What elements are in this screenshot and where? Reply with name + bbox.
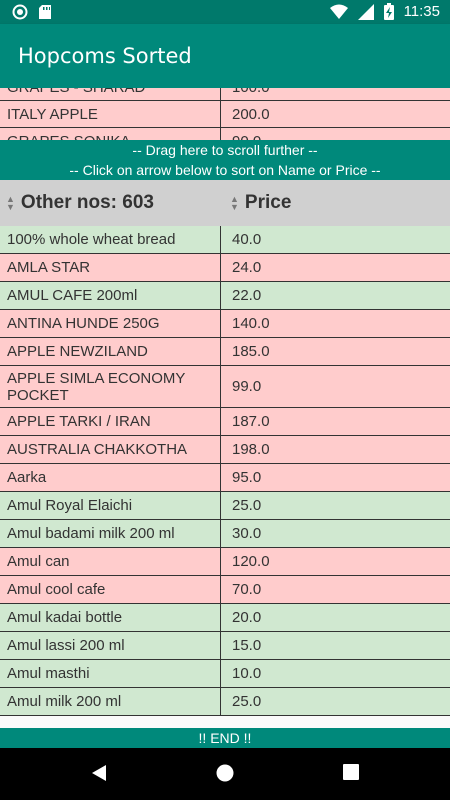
home-icon[interactable] bbox=[216, 764, 234, 782]
table-row[interactable]: Amul Royal Elaichi 25.0 bbox=[0, 492, 450, 520]
table-row[interactable]: Aarka 95.0 bbox=[0, 464, 450, 492]
recents-icon[interactable] bbox=[343, 764, 359, 780]
table-row[interactable]: AMLA STAR 24.0 bbox=[0, 254, 450, 282]
table-row[interactable]: GRAPES - SHARAD100.0 bbox=[0, 88, 450, 101]
item-name: Amul badami milk 200 ml bbox=[7, 525, 175, 542]
item-price: 30.0 bbox=[220, 520, 450, 547]
drag-hint-line2: -- Click on arrow below to sort on Name … bbox=[69, 162, 381, 178]
item-name: AMUL CAFE 200ml bbox=[7, 287, 138, 304]
item-name: ITALY APPLE bbox=[7, 105, 98, 123]
table-row[interactable]: Amul milk 200 ml 25.0 bbox=[0, 688, 450, 716]
item-price: 25.0 bbox=[220, 492, 450, 519]
drag-hint-line1: -- Drag here to scroll further -- bbox=[132, 142, 318, 158]
table-row[interactable]: GRAPES SONIKA90.0 bbox=[0, 128, 450, 140]
table-row[interactable]: Amul can 120.0 bbox=[0, 548, 450, 576]
item-name: ANTINA HUNDE 250G bbox=[7, 315, 160, 332]
item-price: 185.0 bbox=[220, 338, 450, 365]
table-row[interactable]: ITALY APPLE 200.0 bbox=[0, 101, 450, 128]
item-price: 95.0 bbox=[220, 464, 450, 491]
sd-card-icon bbox=[39, 5, 51, 19]
status-time: 11:35 bbox=[403, 3, 440, 20]
app-title: Hopcoms Sorted bbox=[18, 44, 192, 68]
items-list[interactable]: 100% whole wheat bread 40.0 AMLA STAR 24.0 A… bbox=[0, 226, 450, 726]
item-name: Amul lassi 200 ml bbox=[7, 637, 125, 654]
battery-charging-icon bbox=[383, 3, 394, 20]
top-list[interactable]: GRAPES - SHARAD100.0 ITALY APPLE 200.0GRAP… bbox=[0, 88, 450, 140]
sort-by-price-button[interactable]: ▲ ▼ Price bbox=[220, 192, 450, 214]
table-row[interactable]: AUSTRALIA CHAKKOTHA 198.0 bbox=[0, 436, 450, 464]
item-name: APPLE SIMLA ECONOMY POCKET bbox=[7, 369, 186, 404]
table-row[interactable]: APPLE SIMLA ECONOMY POCKET 99.0 bbox=[0, 366, 450, 408]
item-price: 99.0 bbox=[220, 366, 450, 407]
navigation-bar bbox=[0, 748, 450, 800]
item-name: AMLA STAR bbox=[7, 259, 91, 276]
item-price: 140.0 bbox=[220, 310, 450, 337]
item-name: Amul can bbox=[7, 553, 70, 570]
record-icon bbox=[12, 4, 28, 20]
item-name: Amul Royal Elaichi bbox=[7, 497, 133, 514]
item-price: 100.0 bbox=[220, 88, 450, 100]
table-row[interactable]: AMUL CAFE 200ml 22.0 bbox=[0, 282, 450, 310]
item-name: AUSTRALIA CHAKKOTHA bbox=[7, 441, 188, 458]
sort-by-name-button[interactable]: ▲ ▼ Other nos: 603 bbox=[0, 192, 220, 214]
table-header: ▲ ▼ Other nos: 603 ▲ ▼ Price bbox=[0, 180, 450, 226]
table-row[interactable]: Amul lassi 200 ml 15.0 bbox=[0, 632, 450, 660]
table-row[interactable]: APPLE NEWZILAND 185.0 bbox=[0, 338, 450, 366]
end-bar: !! END !! bbox=[0, 728, 450, 748]
table-row[interactable]: Amul masthi 10.0 bbox=[0, 660, 450, 688]
table-row[interactable]: Amul kadai bottle 20.0 bbox=[0, 604, 450, 632]
item-price: 200.0 bbox=[220, 101, 450, 127]
item-name: Amul milk 200 ml bbox=[7, 693, 122, 710]
item-price: 10.0 bbox=[220, 660, 450, 687]
item-price: 90.0 bbox=[220, 128, 450, 140]
item-name: Aarka bbox=[7, 469, 47, 486]
signal-icon bbox=[357, 3, 374, 20]
item-name: Amul masthi bbox=[7, 665, 90, 682]
item-price: 40.0 bbox=[220, 226, 450, 253]
item-price: 24.0 bbox=[220, 254, 450, 281]
table-row[interactable]: ANTINA HUNDE 250G 140.0 bbox=[0, 310, 450, 338]
item-name: GRAPES SONIKA bbox=[0, 133, 220, 141]
item-price: 22.0 bbox=[220, 282, 450, 309]
item-name: APPLE NEWZILAND bbox=[7, 343, 148, 360]
drag-handle[interactable]: -- Drag here to scroll further -- -- Cli… bbox=[0, 140, 450, 180]
item-name: Amul cool cafe bbox=[7, 581, 106, 598]
table-row[interactable]: 100% whole wheat bread 40.0 bbox=[0, 226, 450, 254]
name-column-header: Other nos: 603 bbox=[20, 192, 154, 213]
item-price: 25.0 bbox=[220, 688, 450, 715]
item-name: 100% whole wheat bread bbox=[7, 231, 176, 248]
price-column-header: Price bbox=[244, 192, 292, 213]
item-price: 120.0 bbox=[220, 548, 450, 575]
item-price: 20.0 bbox=[220, 604, 450, 631]
item-name: GRAPES - SHARAD bbox=[0, 88, 220, 96]
item-price: 15.0 bbox=[220, 632, 450, 659]
table-row[interactable]: Amul cool cafe 70.0 bbox=[0, 576, 450, 604]
table-row[interactable]: APPLE TARKI / IRAN 187.0 bbox=[0, 408, 450, 436]
item-price: 70.0 bbox=[220, 576, 450, 603]
item-price: 198.0 bbox=[220, 436, 450, 463]
sort-arrows-icon: ▲ ▼ bbox=[6, 194, 15, 212]
table-row[interactable]: Amul badami milk 200 ml 30.0 bbox=[0, 520, 450, 548]
sort-arrows-icon: ▲ ▼ bbox=[230, 194, 239, 212]
item-price: 187.0 bbox=[220, 408, 450, 435]
status-bar: 11:35 bbox=[0, 0, 450, 24]
item-name: APPLE TARKI / IRAN bbox=[7, 413, 151, 430]
wifi-icon bbox=[329, 4, 348, 19]
back-icon[interactable] bbox=[90, 764, 108, 782]
app-bar: Hopcoms Sorted bbox=[0, 24, 450, 88]
item-name: Amul kadai bottle bbox=[7, 609, 123, 626]
